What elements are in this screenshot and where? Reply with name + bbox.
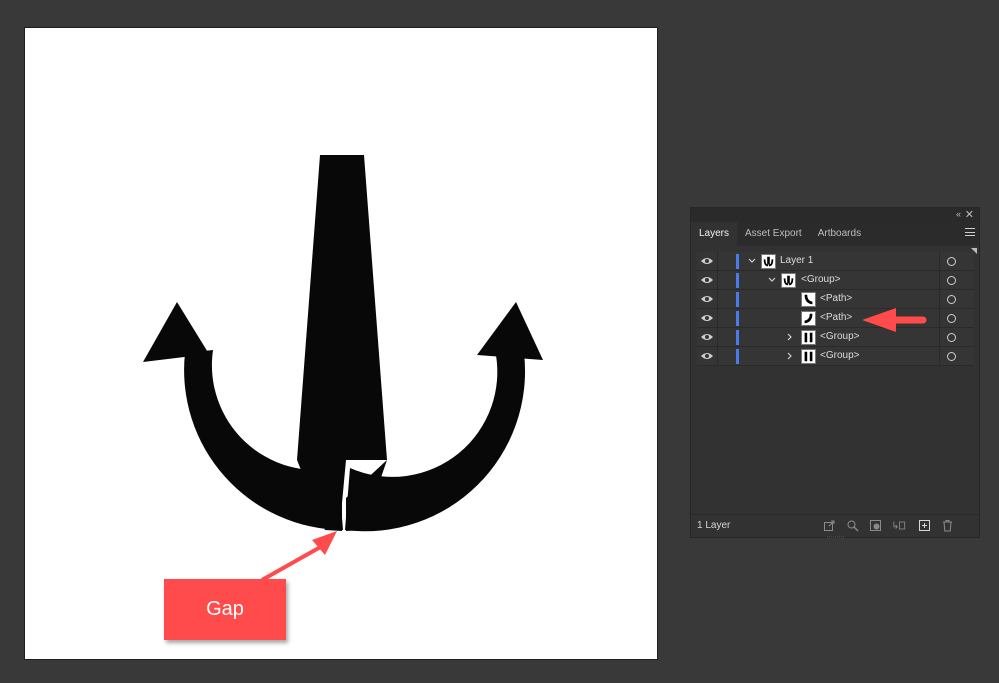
thumbnail-right-arm-icon [801, 311, 816, 326]
visibility-eye-icon[interactable] [700, 351, 714, 361]
layer-row[interactable]: Layer 1 [697, 252, 974, 271]
layer-name[interactable]: <Group> [820, 331, 859, 342]
column-divider [939, 328, 940, 347]
selection-column[interactable] [964, 290, 974, 309]
selection-column[interactable] [964, 309, 974, 328]
target-circle-icon[interactable] [947, 295, 956, 304]
gap-callout-label: Gap [206, 598, 244, 620]
layer-row[interactable]: <Group> [697, 271, 974, 290]
visibility-eye-icon[interactable] [700, 256, 714, 266]
layer-row[interactable]: <Path> [697, 309, 974, 328]
panel-tab-bar: Layers Asset Export Artboards [691, 222, 979, 246]
tab-asset-export[interactable]: Asset Export [737, 222, 810, 246]
thumbnail-shank-icon [801, 349, 816, 364]
selection-column[interactable] [964, 271, 974, 290]
tab-artboards[interactable]: Artboards [810, 222, 869, 246]
selection-column[interactable] [964, 328, 974, 347]
chevron-right-icon[interactable] [785, 351, 795, 361]
artboard [24, 27, 658, 660]
layer-color-indicator [736, 349, 739, 364]
collapse-panel-icon[interactable]: « [956, 209, 961, 219]
close-icon[interactable]: ✕ [965, 208, 974, 221]
layer-row[interactable]: <Group> [697, 347, 974, 366]
layer-color-indicator [736, 311, 739, 326]
locate-object-icon[interactable] [846, 519, 859, 532]
layer-color-indicator [736, 330, 739, 345]
panel-title-bar[interactable]: « ✕ [691, 208, 979, 222]
export-icon[interactable] [823, 519, 836, 532]
column-divider [939, 290, 940, 309]
chevron-right-icon[interactable] [785, 332, 795, 342]
selection-column[interactable] [964, 252, 974, 271]
column-divider [939, 252, 940, 271]
thumbnail-anchor-icon [781, 273, 796, 288]
thumbnail-shank-icon [801, 330, 816, 345]
column-divider [717, 309, 718, 328]
layer-name[interactable]: Layer 1 [780, 255, 813, 266]
anchor-shank [297, 155, 387, 531]
column-divider [939, 347, 940, 366]
column-divider [717, 328, 718, 347]
visibility-eye-icon[interactable] [700, 313, 714, 323]
selection-column[interactable] [964, 347, 974, 366]
layer-color-indicator [736, 254, 739, 269]
column-divider [939, 309, 940, 328]
column-divider [717, 347, 718, 366]
target-circle-icon[interactable] [947, 333, 956, 342]
thumbnail-anchor-icon [761, 254, 776, 269]
create-sublayer-icon[interactable] [893, 519, 906, 532]
layers-list: Layer 1 <Group> <Path> <Path> <Group> <G… [697, 252, 974, 366]
visibility-eye-icon[interactable] [700, 275, 714, 285]
column-divider [717, 290, 718, 309]
new-layer-icon[interactable] [918, 519, 931, 532]
visibility-eye-icon[interactable] [700, 332, 714, 342]
target-circle-icon[interactable] [947, 314, 956, 323]
layer-color-indicator [736, 292, 739, 307]
resize-grip-icon[interactable] [827, 536, 845, 539]
panel-menu-icon[interactable] [965, 228, 975, 238]
panel-footer: 1 Layer [691, 514, 979, 539]
layer-name[interactable]: <Path> [820, 293, 852, 304]
tab-layers[interactable]: Layers [691, 222, 738, 246]
layer-row[interactable]: <Path> [697, 290, 974, 309]
layer-count: 1 Layer [697, 520, 731, 531]
gap-callout: Gap [164, 579, 286, 640]
layer-name[interactable]: <Group> [820, 350, 859, 361]
layer-row[interactable]: <Group> [697, 328, 974, 347]
target-circle-icon[interactable] [947, 352, 956, 361]
thumbnail-left-arm-icon [801, 292, 816, 307]
column-divider [717, 252, 718, 271]
trash-icon[interactable] [941, 519, 954, 532]
column-divider [939, 271, 940, 290]
layer-name[interactable]: <Path> [820, 312, 852, 323]
anchor-artwork [143, 155, 543, 532]
target-circle-icon[interactable] [947, 257, 956, 266]
layer-color-indicator [736, 273, 739, 288]
layers-panel: « ✕ Layers Asset Export Artboards Layer … [690, 207, 980, 538]
chevron-down-icon[interactable] [747, 256, 757, 266]
make-clipping-mask-icon[interactable] [869, 519, 882, 532]
column-divider [717, 271, 718, 290]
layer-name[interactable]: <Group> [801, 274, 840, 285]
visibility-eye-icon[interactable] [700, 294, 714, 304]
target-circle-icon[interactable] [947, 276, 956, 285]
chevron-down-icon[interactable] [767, 275, 777, 285]
